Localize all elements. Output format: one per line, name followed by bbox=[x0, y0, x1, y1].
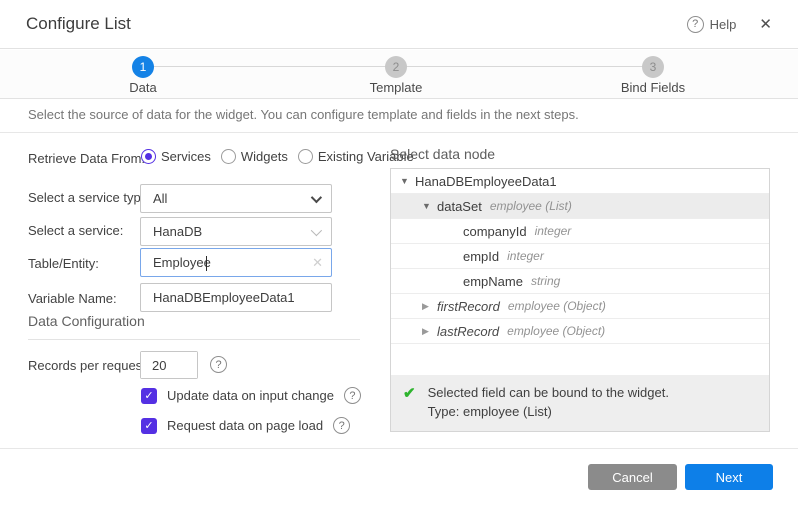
wizard-stepper: 1 2 3 Data Template Bind Fields bbox=[0, 50, 798, 99]
table-entity-input[interactable] bbox=[141, 249, 331, 276]
tree-node-name: firstRecord bbox=[437, 299, 500, 314]
step-3-circle[interactable]: 3 bbox=[642, 56, 664, 78]
update-on-input-change-row: ✓ Update data on input change ? bbox=[141, 387, 361, 404]
tree-node-name: lastRecord bbox=[437, 324, 499, 339]
tree-node-name: companyId bbox=[463, 224, 527, 239]
tree-node-name: empName bbox=[463, 274, 523, 289]
tree-node-type: string bbox=[531, 274, 560, 288]
data-configuration-heading: Data Configuration bbox=[28, 313, 145, 329]
step-1-circle[interactable]: 1 bbox=[132, 56, 154, 78]
intro-text: Select the source of data for the widget… bbox=[28, 107, 579, 122]
variable-name-label: Variable Name: bbox=[28, 291, 117, 306]
tree-node-name: HanaDBEmployeeData1 bbox=[415, 174, 557, 189]
chevron-right-icon[interactable]: ▶ bbox=[422, 326, 437, 337]
next-button[interactable]: Next bbox=[685, 464, 773, 490]
bind-message-line2: Type: employee (List) bbox=[428, 404, 669, 419]
checkbox-checked-icon[interactable]: ✓ bbox=[141, 388, 157, 404]
tree-node-firstrecord[interactable]: ▶ firstRecord employee (Object) bbox=[391, 294, 769, 319]
bind-status-message: ✔ Selected field can be bound to the wid… bbox=[391, 375, 769, 431]
request-on-page-load-help-icon[interactable]: ? bbox=[333, 417, 350, 434]
tree-node-empname[interactable]: empName string bbox=[391, 269, 769, 294]
update-on-input-change-label: Update data on input change bbox=[167, 388, 334, 403]
tree-node-name: empId bbox=[463, 249, 499, 264]
retrieve-data-from-label: Retrieve Data From: bbox=[28, 151, 145, 166]
tree-node-variable-root[interactable]: ▼ HanaDBEmployeeData1 bbox=[391, 169, 769, 194]
dialog-header: Configure List ? Help ✕ bbox=[0, 0, 798, 49]
step-2-label: Template bbox=[370, 80, 423, 95]
service-type-select[interactable]: All bbox=[140, 184, 332, 213]
radio-services[interactable]: Services bbox=[141, 149, 211, 164]
tree-node-type: employee (List) bbox=[490, 199, 572, 213]
bind-message-line1: Selected field can be bound to the widge… bbox=[428, 385, 669, 400]
retrieve-data-from-radios: Services Widgets Existing Variable bbox=[141, 149, 414, 164]
radio-widgets-label: Widgets bbox=[241, 149, 288, 164]
chevron-down-icon[interactable]: ▼ bbox=[400, 176, 415, 186]
chevron-down-icon[interactable]: ▼ bbox=[422, 201, 437, 211]
tree-node-type: integer bbox=[535, 224, 572, 238]
help-button[interactable]: ? Help bbox=[687, 16, 737, 33]
checkbox-checked-icon[interactable]: ✓ bbox=[141, 418, 157, 434]
tree-node-companyid[interactable]: companyId integer bbox=[391, 219, 769, 244]
service-type-label: Select a service type: bbox=[28, 190, 152, 205]
text-caret bbox=[206, 256, 207, 271]
service-label: Select a service: bbox=[28, 223, 123, 238]
service-value: HanaDB bbox=[153, 224, 202, 239]
cancel-button[interactable]: Cancel bbox=[588, 464, 677, 490]
radio-widgets[interactable]: Widgets bbox=[221, 149, 288, 164]
step-3-label: Bind Fields bbox=[621, 80, 685, 95]
help-icon: ? bbox=[687, 16, 704, 33]
variable-name-field-wrap bbox=[140, 283, 332, 312]
table-entity-label: Table/Entity: bbox=[28, 256, 99, 271]
success-check-icon: ✔ bbox=[403, 385, 416, 403]
radio-existing-variable-icon bbox=[298, 149, 313, 164]
records-field-wrap bbox=[140, 351, 198, 379]
update-on-input-change-help-icon[interactable]: ? bbox=[344, 387, 361, 404]
chevron-down-icon bbox=[311, 191, 322, 202]
data-node-tree: ▼ HanaDBEmployeeData1 ▼ dataSet employee… bbox=[390, 168, 770, 432]
tree-node-empid[interactable]: empId integer bbox=[391, 244, 769, 269]
help-label: Help bbox=[710, 17, 737, 32]
tree-node-name: dataSet bbox=[437, 199, 482, 214]
request-on-page-load-label: Request data on page load bbox=[167, 418, 323, 433]
footer-divider bbox=[0, 448, 798, 449]
intro-divider bbox=[0, 132, 798, 133]
records-help-icon[interactable]: ? bbox=[210, 356, 227, 373]
close-icon[interactable]: ✕ bbox=[759, 15, 772, 33]
tree-node-type: employee (Object) bbox=[507, 324, 605, 338]
tree-empty-space bbox=[391, 344, 769, 375]
section-divider bbox=[28, 339, 360, 340]
radio-services-icon bbox=[141, 149, 156, 164]
table-entity-field-wrap: ✕ bbox=[140, 248, 332, 277]
chevron-right-icon[interactable]: ▶ bbox=[422, 301, 437, 312]
step-2-circle[interactable]: 2 bbox=[385, 56, 407, 78]
tree-node-type: integer bbox=[507, 249, 544, 263]
select-data-node-heading: Select data node bbox=[390, 146, 495, 162]
chevron-down-icon bbox=[311, 224, 322, 235]
request-on-page-load-row: ✓ Request data on page load ? bbox=[141, 417, 350, 434]
dialog-title: Configure List bbox=[26, 14, 131, 34]
tree-node-type: employee (Object) bbox=[508, 299, 606, 313]
tree-node-lastrecord[interactable]: ▶ lastRecord employee (Object) bbox=[391, 319, 769, 344]
radio-services-label: Services bbox=[161, 149, 211, 164]
records-per-request-label: Records per request: bbox=[28, 358, 149, 373]
variable-name-input[interactable] bbox=[141, 284, 331, 311]
tree-node-dataset[interactable]: ▼ dataSet employee (List) bbox=[391, 194, 769, 219]
records-per-request-input[interactable] bbox=[141, 352, 197, 378]
service-type-value: All bbox=[153, 191, 167, 206]
clear-icon[interactable]: ✕ bbox=[312, 255, 323, 271]
step-1-label: Data bbox=[129, 80, 156, 95]
service-select[interactable]: HanaDB bbox=[140, 217, 332, 246]
radio-widgets-icon bbox=[221, 149, 236, 164]
